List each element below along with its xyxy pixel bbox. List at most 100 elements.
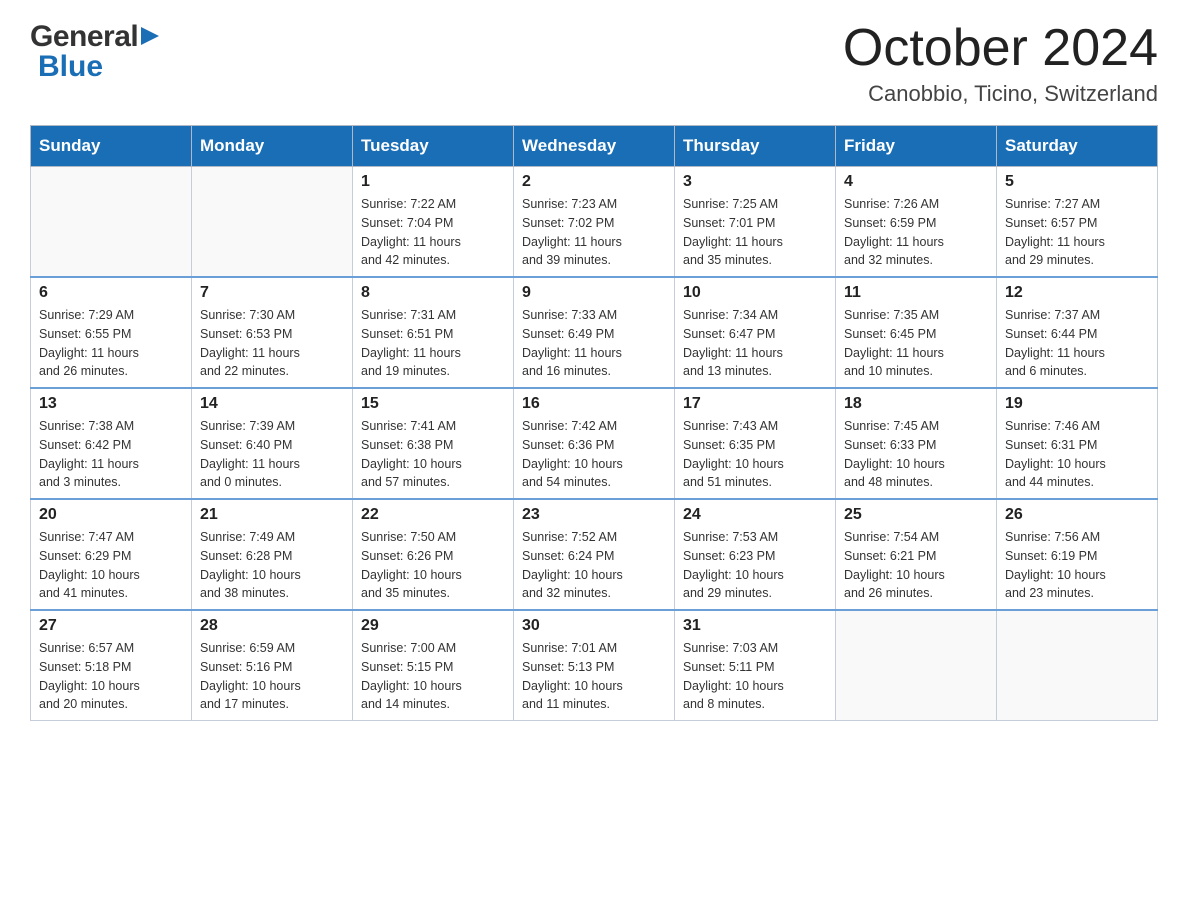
day-number: 17 bbox=[683, 395, 827, 413]
calendar-cell: 27 Sunrise: 6:57 AM Sunset: 5:18 PM Dayli… bbox=[31, 610, 192, 721]
calendar-cell: 26 Sunrise: 7:56 AM Sunset: 6:19 PM Dayli… bbox=[997, 499, 1158, 610]
calendar-week-row: 1 Sunrise: 7:22 AM Sunset: 7:04 PM Daylig… bbox=[31, 167, 1158, 278]
day-info: Sunrise: 7:01 AM Sunset: 5:13 PM Dayligh… bbox=[522, 639, 666, 714]
day-number: 6 bbox=[39, 284, 183, 302]
day-info: Sunrise: 7:22 AM Sunset: 7:04 PM Dayligh… bbox=[361, 195, 505, 270]
day-number: 22 bbox=[361, 506, 505, 524]
day-info: Sunrise: 7:35 AM Sunset: 6:45 PM Dayligh… bbox=[844, 306, 988, 381]
day-info: Sunrise: 7:31 AM Sunset: 6:51 PM Dayligh… bbox=[361, 306, 505, 381]
day-info: Sunrise: 7:42 AM Sunset: 6:36 PM Dayligh… bbox=[522, 417, 666, 492]
day-number: 28 bbox=[200, 617, 344, 635]
day-info: Sunrise: 7:41 AM Sunset: 6:38 PM Dayligh… bbox=[361, 417, 505, 492]
day-info: Sunrise: 7:38 AM Sunset: 6:42 PM Dayligh… bbox=[39, 417, 183, 492]
calendar-cell: 12Sunrise: 7:37 AM Sunset: 6:44 PM Dayli… bbox=[997, 277, 1158, 388]
day-number: 11 bbox=[844, 284, 988, 302]
title-block: October 2024 Canobbio, Ticino, Switzerla… bbox=[843, 20, 1158, 107]
day-info: Sunrise: 7:03 AM Sunset: 5:11 PM Dayligh… bbox=[683, 639, 827, 714]
day-header-wednesday: Wednesday bbox=[514, 126, 675, 167]
calendar-cell: 21 Sunrise: 7:49 AM Sunset: 6:28 PM Dayli… bbox=[192, 499, 353, 610]
day-number: 10 bbox=[683, 284, 827, 302]
day-number: 31 bbox=[683, 617, 827, 635]
calendar-cell: 17 Sunrise: 7:43 AM Sunset: 6:35 PM Dayli… bbox=[675, 388, 836, 499]
day-info: Sunrise: 7:27 AM Sunset: 6:57 PM Dayligh… bbox=[1005, 195, 1149, 270]
day-info: Sunrise: 7:29 AM Sunset: 6:55 PM Dayligh… bbox=[39, 306, 183, 381]
calendar-cell: 1 Sunrise: 7:22 AM Sunset: 7:04 PM Daylig… bbox=[353, 167, 514, 278]
day-number: 25 bbox=[844, 506, 988, 524]
calendar-cell: 20 Sunrise: 7:47 AM Sunset: 6:29 PM Dayli… bbox=[31, 499, 192, 610]
day-info: Sunrise: 7:50 AM Sunset: 6:26 PM Dayligh… bbox=[361, 528, 505, 603]
day-info: Sunrise: 7:49 AM Sunset: 6:28 PM Dayligh… bbox=[200, 528, 344, 603]
day-info: Sunrise: 7:33 AM Sunset: 6:49 PM Dayligh… bbox=[522, 306, 666, 381]
day-info: Sunrise: 7:53 AM Sunset: 6:23 PM Dayligh… bbox=[683, 528, 827, 603]
calendar-cell bbox=[836, 610, 997, 721]
calendar-cell: 7 Sunrise: 7:30 AM Sunset: 6:53 PM Daylig… bbox=[192, 277, 353, 388]
calendar-cell: 24 Sunrise: 7:53 AM Sunset: 6:23 PM Dayli… bbox=[675, 499, 836, 610]
day-info: Sunrise: 7:30 AM Sunset: 6:53 PM Dayligh… bbox=[200, 306, 344, 381]
calendar-week-row: 6 Sunrise: 7:29 AM Sunset: 6:55 PM Daylig… bbox=[31, 277, 1158, 388]
day-number: 26 bbox=[1005, 506, 1149, 524]
day-info: Sunrise: 7:46 AM Sunset: 6:31 PM Dayligh… bbox=[1005, 417, 1149, 492]
day-number: 1 bbox=[361, 173, 505, 191]
day-number: 7 bbox=[200, 284, 344, 302]
calendar-cell: 14 Sunrise: 7:39 AM Sunset: 6:40 PM Dayli… bbox=[192, 388, 353, 499]
day-number: 24 bbox=[683, 506, 827, 524]
day-info: Sunrise: 7:52 AM Sunset: 6:24 PM Dayligh… bbox=[522, 528, 666, 603]
day-number: 2 bbox=[522, 173, 666, 191]
calendar-cell: 18 Sunrise: 7:45 AM Sunset: 6:33 PM Dayli… bbox=[836, 388, 997, 499]
calendar-week-row: 13 Sunrise: 7:38 AM Sunset: 6:42 PM Dayli… bbox=[31, 388, 1158, 499]
day-info: Sunrise: 7:25 AM Sunset: 7:01 PM Dayligh… bbox=[683, 195, 827, 270]
logo-blue-text: Blue bbox=[38, 50, 159, 84]
page-header: General Blue October 2024 Canobbio, Tici… bbox=[30, 20, 1158, 107]
calendar-cell: 23Sunrise: 7:52 AM Sunset: 6:24 PM Dayli… bbox=[514, 499, 675, 610]
logo: General Blue bbox=[30, 20, 159, 84]
day-info: Sunrise: 7:45 AM Sunset: 6:33 PM Dayligh… bbox=[844, 417, 988, 492]
day-number: 3 bbox=[683, 173, 827, 191]
day-header-thursday: Thursday bbox=[675, 126, 836, 167]
day-header-monday: Monday bbox=[192, 126, 353, 167]
day-number: 4 bbox=[844, 173, 988, 191]
calendar-cell bbox=[31, 167, 192, 278]
day-info: Sunrise: 7:43 AM Sunset: 6:35 PM Dayligh… bbox=[683, 417, 827, 492]
day-info: Sunrise: 7:34 AM Sunset: 6:47 PM Dayligh… bbox=[683, 306, 827, 381]
day-info: Sunrise: 6:57 AM Sunset: 5:18 PM Dayligh… bbox=[39, 639, 183, 714]
calendar-cell: 19Sunrise: 7:46 AM Sunset: 6:31 PM Dayli… bbox=[997, 388, 1158, 499]
calendar-cell: 11 Sunrise: 7:35 AM Sunset: 6:45 PM Dayli… bbox=[836, 277, 997, 388]
day-number: 27 bbox=[39, 617, 183, 635]
calendar-cell: 3 Sunrise: 7:25 AM Sunset: 7:01 PM Daylig… bbox=[675, 167, 836, 278]
day-number: 30 bbox=[522, 617, 666, 635]
calendar-cell: 6 Sunrise: 7:29 AM Sunset: 6:55 PM Daylig… bbox=[31, 277, 192, 388]
calendar-cell: 10 Sunrise: 7:34 AM Sunset: 6:47 PM Dayli… bbox=[675, 277, 836, 388]
day-info: Sunrise: 7:39 AM Sunset: 6:40 PM Dayligh… bbox=[200, 417, 344, 492]
calendar-cell: 2Sunrise: 7:23 AM Sunset: 7:02 PM Daylig… bbox=[514, 167, 675, 278]
day-info: Sunrise: 7:56 AM Sunset: 6:19 PM Dayligh… bbox=[1005, 528, 1149, 603]
day-info: Sunrise: 7:47 AM Sunset: 6:29 PM Dayligh… bbox=[39, 528, 183, 603]
day-number: 13 bbox=[39, 395, 183, 413]
calendar-cell: 13 Sunrise: 7:38 AM Sunset: 6:42 PM Dayli… bbox=[31, 388, 192, 499]
calendar-cell: 4Sunrise: 7:26 AM Sunset: 6:59 PM Daylig… bbox=[836, 167, 997, 278]
logo-general-text: General bbox=[30, 20, 138, 54]
calendar-header-row: SundayMondayTuesdayWednesdayThursdayFrid… bbox=[31, 126, 1158, 167]
day-header-tuesday: Tuesday bbox=[353, 126, 514, 167]
day-header-saturday: Saturday bbox=[997, 126, 1158, 167]
calendar-cell: 9Sunrise: 7:33 AM Sunset: 6:49 PM Daylig… bbox=[514, 277, 675, 388]
day-number: 20 bbox=[39, 506, 183, 524]
calendar-week-row: 27 Sunrise: 6:57 AM Sunset: 5:18 PM Dayli… bbox=[31, 610, 1158, 721]
calendar-cell: 29Sunrise: 7:00 AM Sunset: 5:15 PM Dayli… bbox=[353, 610, 514, 721]
calendar-week-row: 20 Sunrise: 7:47 AM Sunset: 6:29 PM Dayli… bbox=[31, 499, 1158, 610]
calendar-cell: 25 Sunrise: 7:54 AM Sunset: 6:21 PM Dayli… bbox=[836, 499, 997, 610]
day-number: 29 bbox=[361, 617, 505, 635]
day-header-sunday: Sunday bbox=[31, 126, 192, 167]
calendar-cell: 5Sunrise: 7:27 AM Sunset: 6:57 PM Daylig… bbox=[997, 167, 1158, 278]
calendar-table: SundayMondayTuesdayWednesdayThursdayFrid… bbox=[30, 125, 1158, 721]
day-number: 14 bbox=[200, 395, 344, 413]
day-number: 16 bbox=[522, 395, 666, 413]
calendar-cell: 31 Sunrise: 7:03 AM Sunset: 5:11 PM Dayli… bbox=[675, 610, 836, 721]
day-number: 18 bbox=[844, 395, 988, 413]
day-header-friday: Friday bbox=[836, 126, 997, 167]
day-number: 15 bbox=[361, 395, 505, 413]
day-number: 21 bbox=[200, 506, 344, 524]
day-info: Sunrise: 6:59 AM Sunset: 5:16 PM Dayligh… bbox=[200, 639, 344, 714]
day-number: 12 bbox=[1005, 284, 1149, 302]
day-info: Sunrise: 7:54 AM Sunset: 6:21 PM Dayligh… bbox=[844, 528, 988, 603]
calendar-cell: 15 Sunrise: 7:41 AM Sunset: 6:38 PM Dayli… bbox=[353, 388, 514, 499]
